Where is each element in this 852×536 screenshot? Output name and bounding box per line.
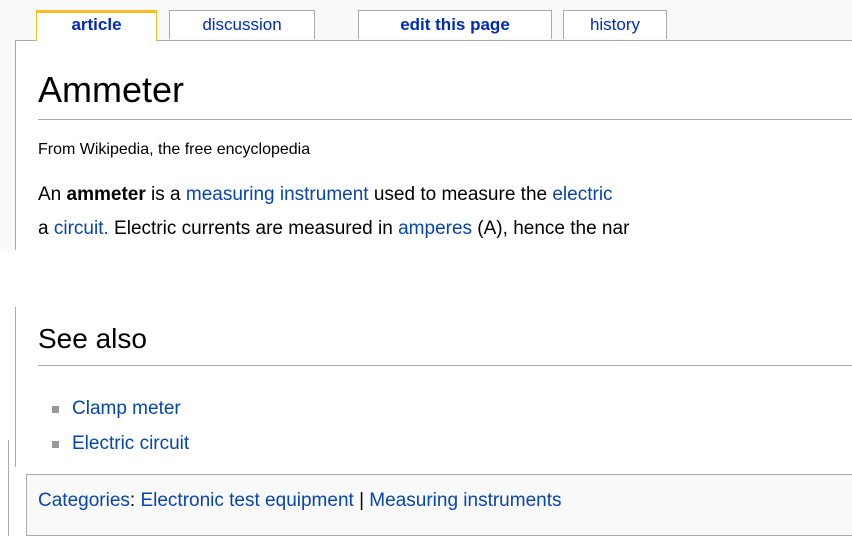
intro-text: used to measure the [368, 184, 553, 205]
content-left-border-lower [8, 440, 9, 536]
tab-edit-this-page-label: edit this page [400, 15, 510, 34]
category-links: Categories: Electronic test equipment | … [38, 489, 562, 513]
intro-text: is a [145, 184, 186, 205]
intro-line-1: An ammeter is a measuring instrument use… [38, 178, 852, 212]
bullet-icon [52, 406, 59, 413]
tab-article-label: article [71, 15, 122, 34]
title-divider [38, 119, 852, 120]
link-clamp-meter[interactable]: Clamp meter [72, 398, 181, 419]
tab-article[interactable]: article [36, 10, 157, 41]
content-left-border [15, 307, 16, 467]
tab-history-label: history [589, 15, 641, 34]
intro-paragraph: An ammeter is a measuring instrument use… [38, 178, 852, 246]
link-category-measuring-instruments[interactable]: Measuring instruments [369, 490, 561, 511]
link-circuit[interactable]: circuit. [54, 218, 109, 239]
categories-colon: : [129, 490, 141, 511]
link-measuring-instrument[interactable]: measuring instrument [186, 184, 369, 205]
tab-edit-this-page[interactable]: edit this page [358, 10, 552, 39]
bullet-icon [52, 441, 59, 448]
tab-discussion[interactable]: discussion [169, 10, 315, 39]
page-title: Ammeter [38, 69, 185, 110]
tab-history[interactable]: history [563, 10, 667, 39]
list-item: Clamp meter [52, 394, 189, 429]
intro-text: An [38, 184, 67, 205]
intro-text: (A), hence the nar [472, 218, 630, 239]
see-also-heading: See also [38, 323, 147, 354]
link-amperes[interactable]: amperes [398, 218, 472, 239]
see-also-divider [38, 365, 852, 366]
list-item: Electric circuit [52, 429, 189, 464]
link-electric[interactable]: electric [552, 184, 612, 205]
site-subtitle: From Wikipedia, the free encyclopedia [38, 141, 311, 158]
category-links-box: Categories: Electronic test equipment | … [26, 474, 852, 536]
see-also-list: Clamp meter Electric circuit [52, 394, 189, 464]
intro-text: a [38, 218, 54, 239]
intro-text: Electric currents are measured in [108, 218, 399, 239]
intro-line-2: a circuit. Electric currents are measure… [38, 212, 852, 246]
link-categories[interactable]: Categories [38, 490, 130, 511]
tab-discussion-label: discussion [202, 15, 282, 34]
category-separator: | [353, 490, 370, 511]
intro-bold-term: ammeter [66, 184, 146, 205]
link-category-electronic-test-equipment[interactable]: Electronic test equipment [140, 490, 353, 511]
link-electric-circuit[interactable]: Electric circuit [72, 433, 189, 454]
